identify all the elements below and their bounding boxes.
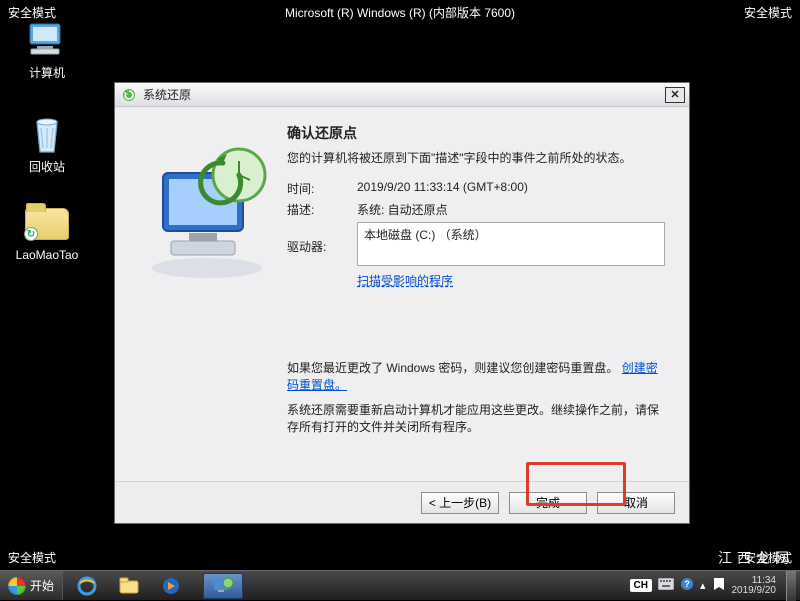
desktop-icon-computer[interactable]: 计算机 bbox=[12, 18, 82, 81]
pinned-apps bbox=[63, 573, 243, 599]
dialog-title: 系统还原 bbox=[143, 86, 191, 103]
time-value: 2019/9/20 11:33:14 (GMT+8:00) bbox=[357, 180, 528, 197]
desktop-icon-label: 计算机 bbox=[29, 64, 65, 81]
computer-icon bbox=[25, 18, 69, 62]
svg-text:?: ? bbox=[684, 579, 690, 589]
desktop-icon-recyclebin[interactable]: 回收站 bbox=[12, 112, 82, 175]
close-icon: ✕ bbox=[670, 88, 679, 101]
clock-time: 11:34 bbox=[732, 576, 777, 586]
ime-indicator[interactable]: CH bbox=[630, 579, 652, 592]
wizard-illustration bbox=[115, 107, 287, 481]
start-button[interactable]: 开始 bbox=[0, 571, 63, 600]
back-button-label: < 上一步(B) bbox=[429, 494, 491, 511]
restore-icon bbox=[121, 87, 137, 103]
scan-affected-link[interactable]: 扫描受影响的程序 bbox=[357, 274, 453, 288]
recyclebin-icon bbox=[25, 112, 69, 156]
back-button[interactable]: < 上一步(B) bbox=[421, 492, 499, 514]
show-desktop-button[interactable] bbox=[786, 571, 796, 601]
safemode-label-bl: 安全模式 bbox=[8, 549, 56, 566]
finish-button-label: 完成 bbox=[536, 494, 560, 511]
cancel-button[interactable]: 取消 bbox=[597, 492, 675, 514]
taskbar-item-explorer[interactable] bbox=[109, 573, 149, 599]
finish-button[interactable]: 完成 bbox=[509, 492, 587, 514]
ime-help-icon[interactable]: ? bbox=[680, 577, 694, 594]
ime-keyboard-icon[interactable] bbox=[658, 578, 674, 593]
time-label: 时间: bbox=[287, 180, 357, 197]
taskbar-item-ie[interactable] bbox=[67, 573, 107, 599]
desc-value: 系统: 自动还原点 bbox=[357, 201, 448, 218]
desktop-icon-shortcut[interactable]: ↻ LaoMaoTao bbox=[12, 202, 82, 262]
titlebar[interactable]: 系统还原 ✕ bbox=[115, 83, 689, 107]
dialog-footer: < 上一步(B) 完成 取消 bbox=[115, 481, 689, 523]
safemode-label-tr: 安全模式 bbox=[744, 4, 792, 21]
dialog-heading: 确认还原点 bbox=[287, 123, 665, 143]
watermark: 江西龙网 bbox=[718, 548, 794, 568]
drive-item: 本地磁盘 (C:) （系统） bbox=[364, 228, 487, 242]
dialog-lead: 您的计算机将被还原到下面"描述"字段中的事件之前所处的状态。 bbox=[287, 149, 665, 166]
windows-orb-icon bbox=[8, 577, 26, 595]
taskbar-item-system-restore[interactable] bbox=[203, 573, 243, 599]
drives-label: 驱动器: bbox=[287, 238, 357, 255]
clock[interactable]: 11:34 2019/9/20 bbox=[732, 576, 781, 596]
start-label: 开始 bbox=[30, 577, 54, 594]
desktop-icon-label: 回收站 bbox=[29, 158, 65, 175]
drives-list[interactable]: 本地磁盘 (C:) （系统） bbox=[357, 222, 665, 266]
cancel-button-label: 取消 bbox=[624, 494, 648, 511]
folder-icon: ↻ bbox=[25, 202, 69, 246]
action-center-icon[interactable] bbox=[712, 577, 726, 594]
windows-version: Microsoft (R) Windows (R) (内部版本 7600) bbox=[285, 4, 515, 21]
taskbar: 开始 CH ? ▴ 11:34 2019/9/20 bbox=[0, 570, 800, 600]
system-tray: CH ? ▴ 11:34 2019/9/20 bbox=[630, 571, 800, 600]
clock-date: 2019/9/20 bbox=[732, 586, 777, 596]
desc-label: 描述: bbox=[287, 201, 357, 218]
reboot-note: 系统还原需要重新启动计算机才能应用这些更改。继续操作之前，请保存所有打开的文件并… bbox=[287, 401, 665, 435]
taskbar-item-wmp[interactable] bbox=[151, 573, 191, 599]
password-note: 如果您最近更改了 Windows 密码，则建议您创建密码重置盘。 bbox=[287, 361, 618, 375]
tray-expand-icon[interactable]: ▴ bbox=[700, 579, 706, 592]
close-button[interactable]: ✕ bbox=[665, 87, 685, 103]
desktop-icon-label: LaoMaoTao bbox=[16, 248, 79, 262]
system-restore-dialog: 系统还原 ✕ 确认还原点 您的计算机将被还原到下面"描述"字段中的事件之前所 bbox=[114, 82, 690, 524]
